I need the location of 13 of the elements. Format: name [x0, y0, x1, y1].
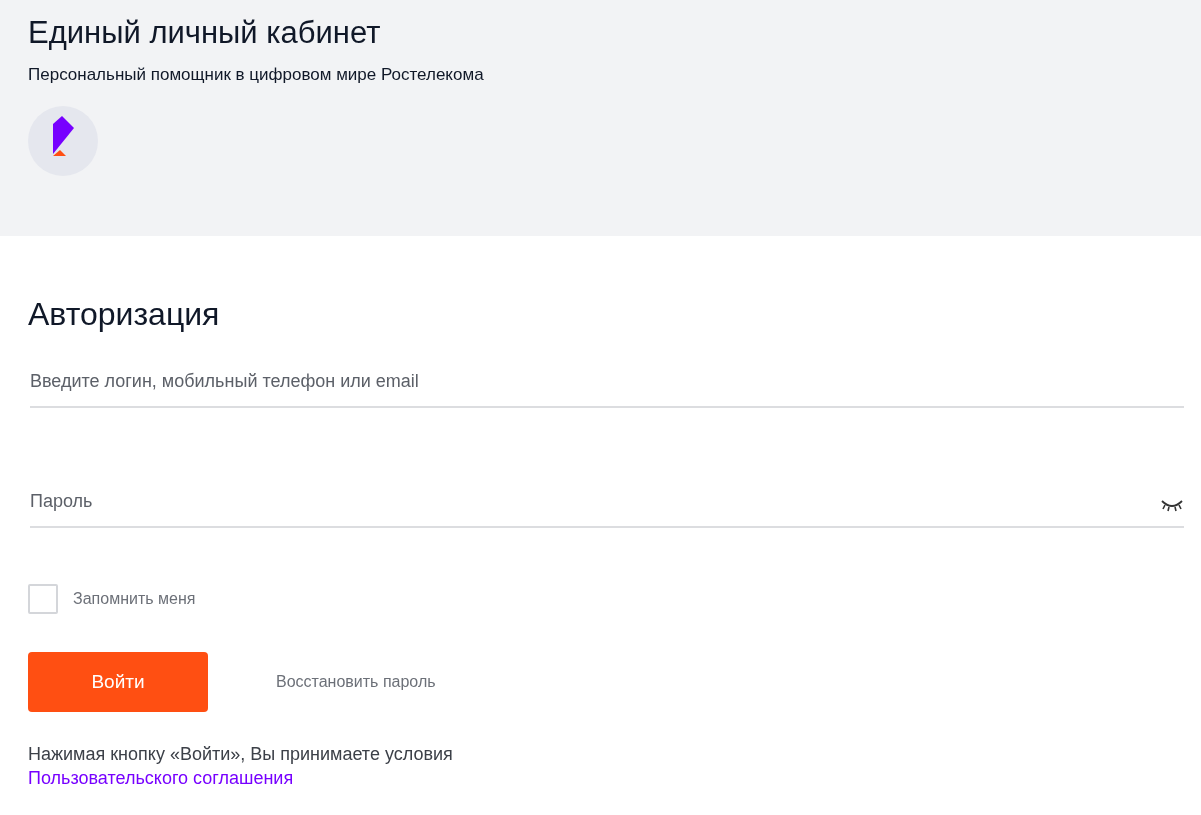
- logo-icon: [28, 106, 98, 176]
- page-title: Единый личный кабинет: [28, 14, 382, 52]
- terms-text: Нажимая кнопку «Войти», Вы принимаете условия Пользовательского соглашения: [28, 743, 454, 790]
- user-agreement-link[interactable]: Пользовательского соглашения: [28, 768, 294, 788]
- closed-eye-icon[interactable]: [1160, 498, 1184, 514]
- form-title: Авторизация: [28, 295, 221, 334]
- password-field[interactable]: Пароль: [30, 476, 1184, 528]
- remember-checkbox[interactable]: [28, 584, 58, 614]
- restore-password-link[interactable]: Восстановить пароль: [276, 673, 436, 691]
- remember-label[interactable]: Запомнить меня: [73, 590, 196, 608]
- page-subtitle: Персональный помощник в цифровом мире Ростелекома: [28, 64, 485, 86]
- login-field[interactable]: Введите логин, мобильный телефон или email: [30, 356, 1184, 408]
- login-button[interactable]: Войти: [28, 652, 208, 712]
